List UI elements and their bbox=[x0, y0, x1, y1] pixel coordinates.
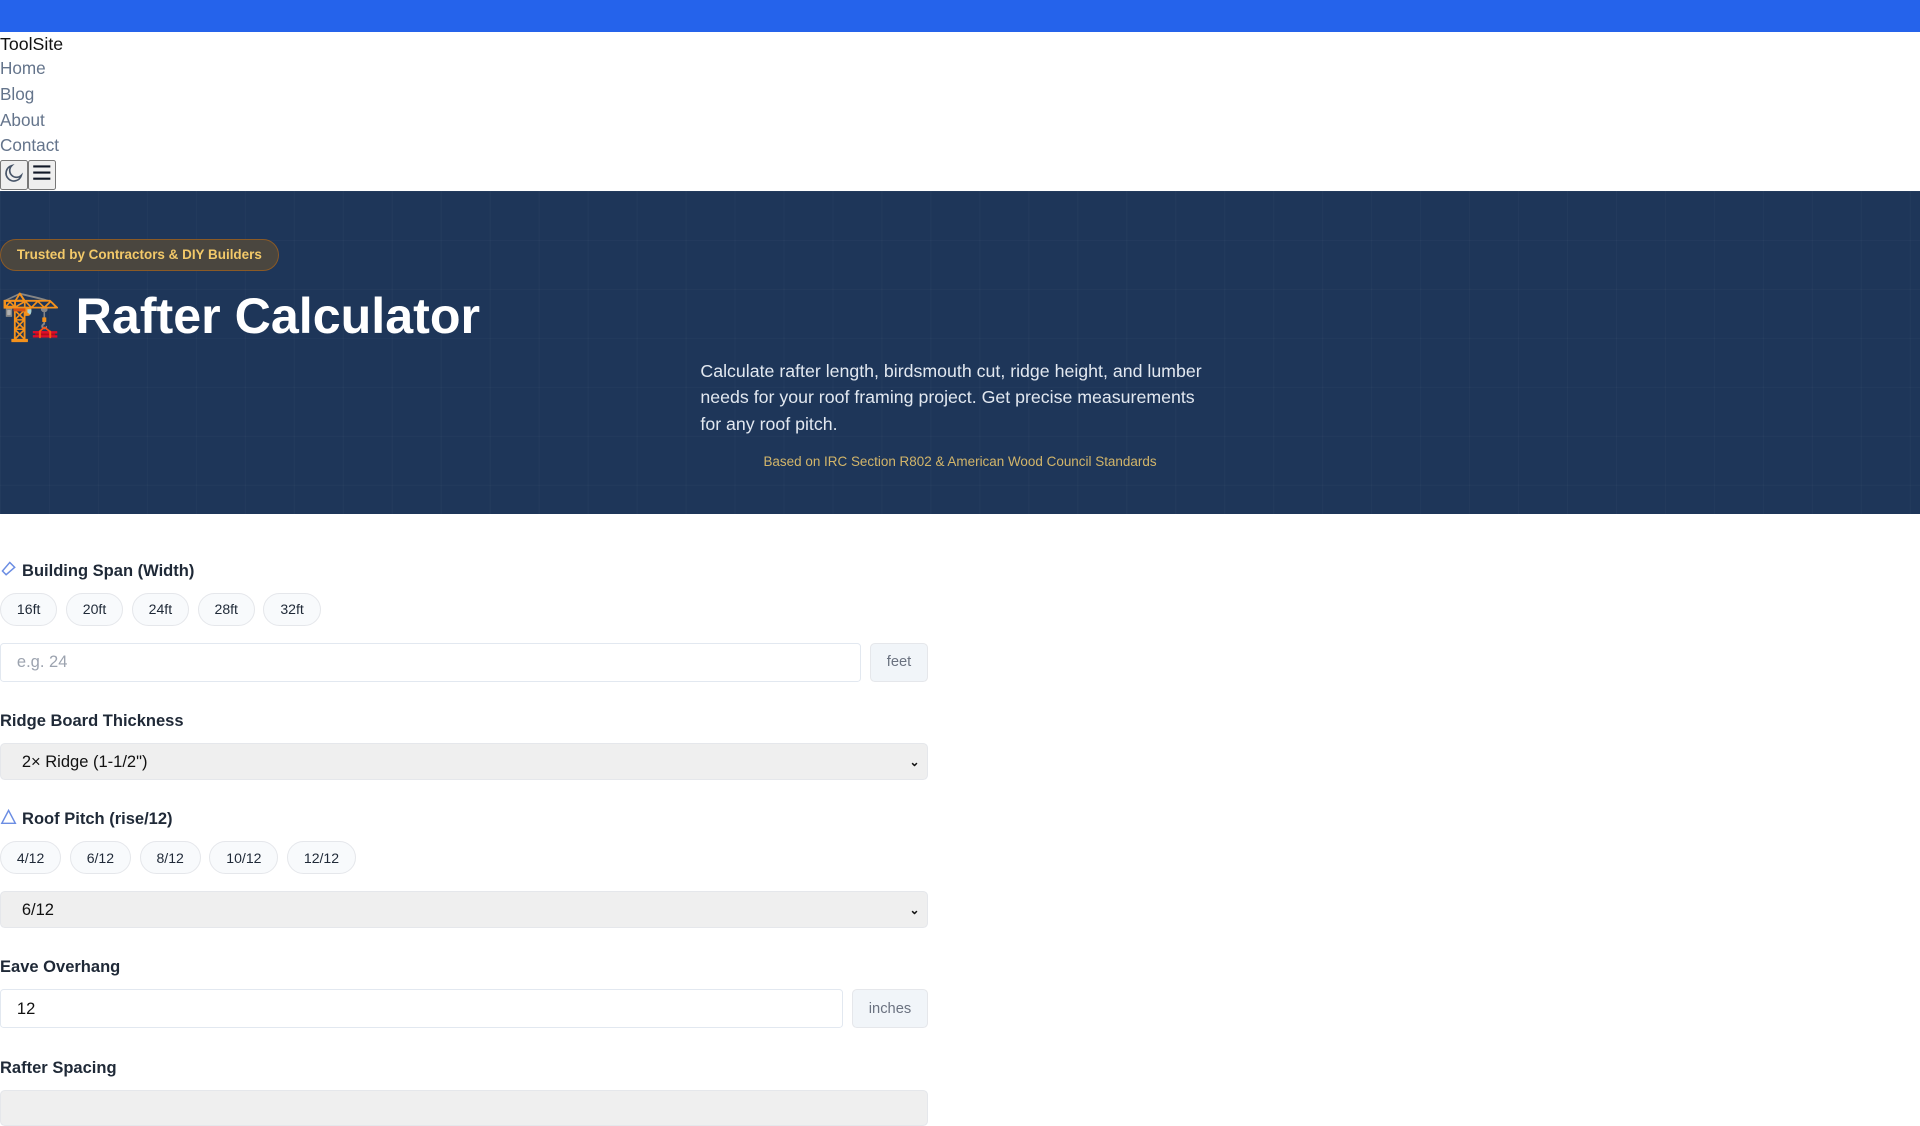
pitch-select[interactable]: 6/12 ⌄ bbox=[0, 891, 929, 929]
pitch-preset-12[interactable]: 12/12 bbox=[286, 841, 356, 875]
crane-icon: 🏗️ bbox=[0, 289, 61, 344]
spacing-select[interactable] bbox=[0, 1089, 929, 1126]
standards-note: Based on IRC Section R802 & American Woo… bbox=[763, 454, 1157, 470]
calculator-form: Building Span (Width) 16ft 20ft 24ft 28f… bbox=[0, 514, 929, 1126]
site-header: ToolSite Home Blog About Contact bbox=[0, 32, 1920, 191]
span-input[interactable]: e.g. 24 bbox=[0, 642, 862, 682]
pitch-label-text: Roof Pitch (rise/12) bbox=[22, 809, 173, 829]
nav-contact[interactable]: Contact bbox=[0, 133, 1920, 159]
pitch-preset-4[interactable]: 4/12 bbox=[0, 841, 62, 875]
dark-mode-toggle[interactable] bbox=[0, 160, 29, 190]
page-title: 🏗️ Rafter Calculator bbox=[0, 287, 480, 345]
top-accent-bar bbox=[0, 0, 1920, 32]
ruler-icon bbox=[0, 560, 17, 582]
overhang-unit: inches bbox=[851, 989, 929, 1029]
span-label: Building Span (Width) bbox=[0, 558, 928, 582]
triangle-icon bbox=[0, 808, 17, 830]
pitch-presets: 4/12 6/12 8/12 10/12 12/12 bbox=[0, 841, 928, 875]
chevron-down-icon: ⌄ bbox=[909, 754, 920, 769]
span-preset-24[interactable]: 24ft bbox=[131, 592, 190, 626]
nav-about[interactable]: About bbox=[0, 108, 1920, 134]
span-preset-16[interactable]: 16ft bbox=[0, 592, 58, 626]
overhang-label: Eave Overhang bbox=[0, 957, 121, 977]
span-preset-32[interactable]: 32ft bbox=[263, 592, 321, 626]
nav-blog[interactable]: Blog bbox=[0, 82, 1920, 108]
pitch-preset-6[interactable]: 6/12 bbox=[69, 841, 131, 875]
span-unit: feet bbox=[869, 642, 929, 682]
moon-icon bbox=[3, 162, 25, 189]
main-nav: Home Blog About Contact bbox=[0, 56, 1920, 159]
pitch-selected-value: 6/12 bbox=[21, 899, 54, 919]
pitch-preset-8[interactable]: 8/12 bbox=[139, 841, 201, 875]
spacing-label: Rafter Spacing bbox=[0, 1057, 117, 1077]
span-label-text: Building Span (Width) bbox=[22, 560, 195, 580]
page-title-text: Rafter Calculator bbox=[75, 287, 481, 344]
ridge-thickness-select[interactable]: 2× Ridge (1-1/2") ⌄ bbox=[0, 743, 929, 780]
hero-section: Trusted by Contractors & DIY Builders 🏗️… bbox=[0, 191, 1920, 515]
trust-badge: Trusted by Contractors & DIY Builders bbox=[0, 238, 279, 271]
ridge-label: Ridge Board Thickness bbox=[0, 711, 184, 731]
overhang-input[interactable]: 12 bbox=[0, 989, 844, 1029]
site-logo[interactable]: ToolSite bbox=[0, 32, 1920, 56]
chevron-down-icon: ⌄ bbox=[909, 902, 920, 917]
pitch-preset-10[interactable]: 10/12 bbox=[209, 841, 279, 875]
ridge-selected-value: 2× Ridge (1-1/2") bbox=[21, 751, 148, 771]
hamburger-icon bbox=[32, 164, 52, 186]
nav-home[interactable]: Home bbox=[0, 56, 1920, 82]
menu-button[interactable] bbox=[28, 160, 57, 190]
span-presets: 16ft 20ft 24ft 28ft 32ft bbox=[0, 592, 928, 626]
span-preset-20[interactable]: 20ft bbox=[65, 592, 124, 626]
hero-description: Calculate rafter length, birdsmouth cut,… bbox=[700, 360, 1202, 435]
pitch-label: Roof Pitch (rise/12) bbox=[0, 807, 928, 831]
span-preset-28[interactable]: 28ft bbox=[197, 592, 255, 626]
